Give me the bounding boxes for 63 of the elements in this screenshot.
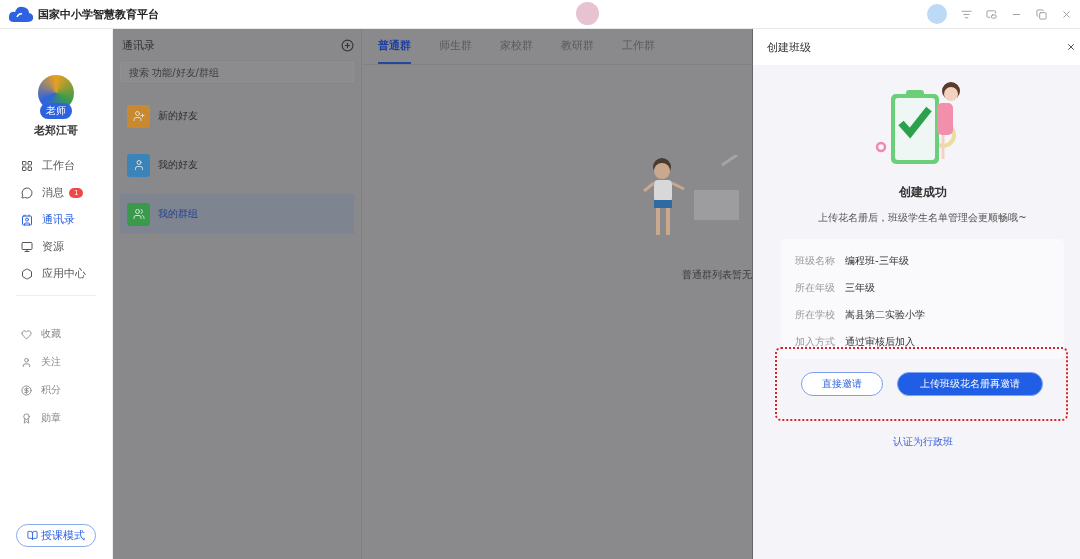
coin-icon: [21, 384, 32, 396]
monitor-icon: [21, 240, 33, 253]
nav-label: 消息: [42, 185, 64, 200]
field-label: 加入方式: [795, 334, 835, 349]
close-icon[interactable]: [1066, 42, 1076, 52]
restore-icon[interactable]: [1036, 8, 1047, 20]
nav-item[interactable]: 通讯录: [21, 206, 91, 233]
contact-list-item[interactable]: 我的群组: [120, 194, 354, 234]
role-badge: 老师: [40, 103, 72, 119]
picture-in-picture-icon[interactable]: [986, 8, 997, 20]
nav-item[interactable]: 收藏: [21, 320, 91, 348]
group-tab[interactable]: 普通群: [378, 29, 411, 64]
nav-item[interactable]: 积分: [21, 376, 91, 404]
invite-button[interactable]: 直接邀请: [800, 372, 883, 396]
nav-label: 积分: [41, 383, 61, 397]
user-name: 老郑江哥: [34, 123, 78, 138]
field-label: 班级名称: [795, 253, 835, 268]
upload-invite-button[interactable]: 上传班级花名册再邀请: [896, 372, 1043, 396]
heart-icon: [21, 328, 32, 340]
contacts-icon: [21, 213, 33, 226]
nav-item[interactable]: 勋章: [21, 404, 91, 432]
nav-label: 工作台: [42, 158, 75, 173]
panel-title: 通讯录: [122, 37, 155, 53]
nav-label: 资源: [42, 239, 64, 254]
nav-item[interactable]: 资源: [21, 233, 91, 260]
empty-message: 普通群列表暂无: [682, 268, 752, 282]
drawer-title: 创建班级: [767, 39, 811, 55]
user-icon: [21, 356, 32, 368]
nav-item[interactable]: 应用中心: [21, 260, 91, 287]
nav-label: 通讯录: [42, 212, 75, 227]
nav-label: 勋章: [41, 411, 61, 425]
field-label: 所在年级: [795, 280, 835, 295]
field-value: 嵩县第二实验小学: [845, 307, 925, 322]
add-icon[interactable]: [341, 38, 354, 52]
avatar[interactable]: [927, 4, 947, 24]
certify-link[interactable]: 认证为行政班: [892, 435, 953, 449]
field-value: 编程班-三年级: [845, 253, 909, 268]
field-value: 通过审核后加入: [845, 334, 915, 349]
success-title: 创建成功: [898, 184, 947, 201]
settings-list-icon[interactable]: [961, 8, 972, 20]
nav-item[interactable]: 关注: [21, 348, 91, 376]
contact-label: 新的好友: [158, 109, 198, 123]
chat-icon: [21, 186, 33, 199]
contact-list-item[interactable]: 我的好友: [120, 145, 354, 185]
search-field[interactable]: 搜索 功能/好友/群组: [120, 62, 354, 82]
medal-icon: [21, 412, 32, 424]
nav-label: 关注: [41, 355, 61, 369]
contact-list-item[interactable]: 新的好友: [120, 96, 354, 136]
field-label: 所在学校: [795, 307, 835, 322]
field-value: 三年级: [845, 280, 875, 295]
contact-label: 我的群组: [158, 207, 198, 221]
nav-item[interactable]: 工作台: [21, 152, 91, 179]
contact-label: 我的好友: [158, 158, 198, 172]
cloud-logo-icon: [8, 5, 34, 23]
nav-label: 应用中心: [42, 266, 86, 281]
grid-icon: [21, 159, 33, 172]
book-icon: [27, 530, 38, 541]
teaching-mode-button[interactable]: 授课模式: [16, 524, 96, 547]
app-title: 国家中小学智慧教育平台: [38, 6, 159, 22]
nav-label: 收藏: [41, 327, 61, 341]
success-hint: 上传花名册后，班级学生名单管理会更顺畅哦~: [818, 211, 1027, 225]
avatar[interactable]: [576, 2, 599, 25]
hexagon-icon: [21, 267, 33, 280]
